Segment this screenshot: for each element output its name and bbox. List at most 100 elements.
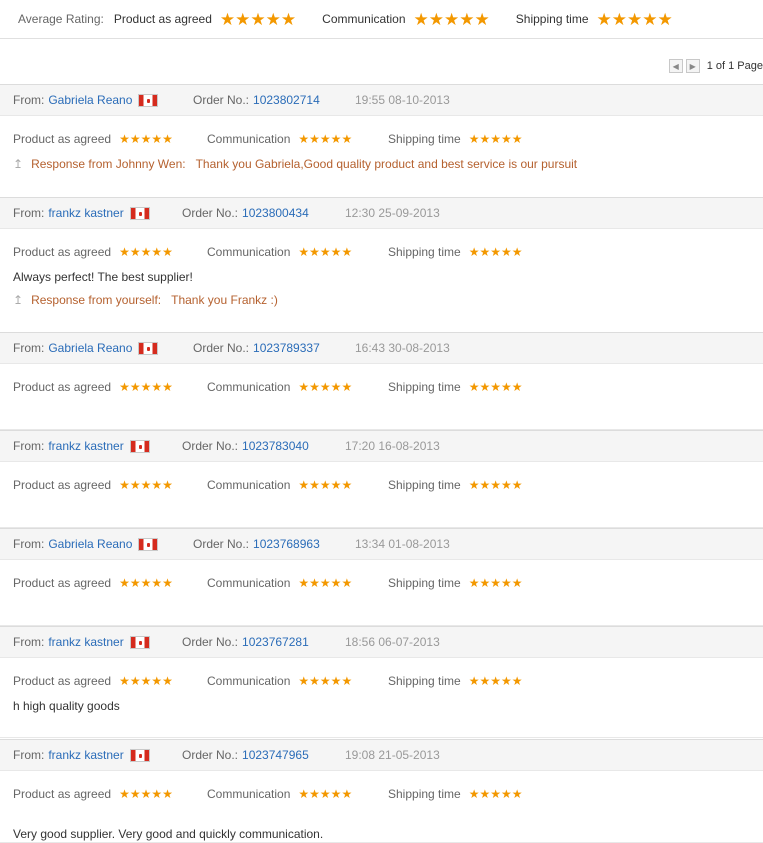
product-rating: Product as agreed ★ ★ ★ ★ ★ <box>13 478 173 492</box>
star-icon: ★ <box>162 787 173 801</box>
star-icon: ★ <box>330 674 342 688</box>
order-number-link[interactable]: 1023768963 <box>253 537 320 551</box>
star-icon: ★ <box>129 380 141 394</box>
summary-shipping-label: Shipping time <box>515 12 589 26</box>
order-number-link[interactable]: 1023747965 <box>242 748 309 762</box>
star-icon: ★ <box>309 787 320 801</box>
review-order: Order No.: 1023789337 <box>193 341 320 355</box>
star-icon: ★ <box>162 478 173 492</box>
review-from: From: Gabriela Reano <box>13 341 159 355</box>
star-icon: ★ <box>151 674 163 688</box>
star-icon: ★ <box>611 9 627 29</box>
star-icon: ★ <box>298 787 310 801</box>
buyer-name-link[interactable]: Gabriela Reano <box>48 93 132 107</box>
review-date: 13:34 01-08-2013 <box>355 537 450 551</box>
star-icon: ★ <box>341 132 353 146</box>
order-number-link[interactable]: 1023783040 <box>242 439 309 453</box>
buyer-name-link[interactable]: frankz kastner <box>48 748 123 762</box>
star-icon: ★ <box>319 132 331 146</box>
order-label: Order No.: <box>193 537 250 551</box>
star-icon: ★ <box>501 478 512 492</box>
review-from: From: Gabriela Reano <box>13 537 159 551</box>
star-icon: ★ <box>341 576 353 590</box>
review-order: Order No.: 1023800434 <box>182 206 309 220</box>
star-icon: ★ <box>330 132 342 146</box>
review-item: From: frankz kastner Order No.: 102378304… <box>0 430 763 528</box>
buyer-name-link[interactable]: frankz kastner <box>48 206 123 220</box>
buyer-name-link[interactable]: Gabriela Reano <box>48 537 132 551</box>
star-icon: ★ <box>129 787 141 801</box>
review-item: From: Gabriela Reano Order No.: 102376896… <box>0 528 763 626</box>
review-item: From: frankz kastner Order No.: 102374796… <box>0 739 763 843</box>
response-label: Response from Johnny Wen: <box>31 157 186 171</box>
product-rating-label: Product as agreed <box>13 787 112 801</box>
star-icon: ★ <box>468 787 480 801</box>
star-icon: ★ <box>235 9 251 29</box>
review-from: From: frankz kastner <box>13 206 150 220</box>
order-number-link[interactable]: 1023802714 <box>253 93 320 107</box>
star-icon: ★ <box>341 380 353 394</box>
review-body: Product as agreed ★ ★ ★ ★ ★ Communication ★ ★… <box>0 364 763 430</box>
buyer-name-link[interactable]: frankz kastner <box>48 439 123 453</box>
review-ratings: Product as agreed ★ ★ ★ ★ ★ Communication ★ ★… <box>0 478 763 494</box>
star-rating: ★★★★★ <box>597 11 673 28</box>
star-icon: ★ <box>219 9 236 29</box>
chevron-left-icon: ◀ <box>672 61 679 71</box>
prev-page-button[interactable]: ◀ <box>668 59 683 73</box>
next-page-button[interactable]: ▶ <box>685 59 700 73</box>
shipping-rating-label: Shipping time <box>388 787 461 801</box>
review-ratings: Product as agreed ★ ★ ★ ★ ★ Communication ★ ★… <box>0 380 763 396</box>
country-flag-icon <box>138 537 159 551</box>
star-icon: ★ <box>330 245 342 259</box>
review-date: 12:30 25-09-2013 <box>345 206 440 220</box>
star-icon: ★ <box>330 787 342 801</box>
star-icon: ★ <box>511 132 523 146</box>
order-number-link[interactable]: 1023789337 <box>253 341 320 355</box>
review-order: Order No.: 1023767281 <box>182 635 309 649</box>
star-icon: ★ <box>151 380 163 394</box>
star-icon: ★ <box>162 674 173 688</box>
country-flag-icon <box>129 748 150 762</box>
star-icon: ★ <box>119 576 130 590</box>
star-rating: ★★★★★ <box>298 577 352 589</box>
star-icon: ★ <box>280 9 297 29</box>
product-rating-label: Product as agreed <box>13 132 112 146</box>
star-icon: ★ <box>162 245 173 259</box>
review-comment: h high quality goods <box>13 699 120 713</box>
order-number-link[interactable]: 1023800434 <box>242 206 309 220</box>
star-icon: ★ <box>490 576 502 590</box>
star-icon: ★ <box>250 9 266 29</box>
review-header: From: frankz kastner Order No.: 102380043… <box>0 197 763 229</box>
buyer-name-link[interactable]: frankz kastner <box>48 635 123 649</box>
review-from: From: frankz kastner <box>13 635 150 649</box>
product-rating-label: Product as agreed <box>13 380 112 394</box>
communication-rating-label: Communication <box>207 380 291 394</box>
star-rating: ★★★★★ <box>469 246 523 258</box>
star-icon: ★ <box>490 674 502 688</box>
order-label: Order No.: <box>193 93 250 107</box>
star-icon: ★ <box>151 478 163 492</box>
star-icon: ★ <box>298 674 310 688</box>
from-label: From: <box>13 537 45 551</box>
response-text: Thank you Frankz :) <box>171 293 278 307</box>
shipping-rating: Shipping time ★ ★ ★ ★ ★ <box>388 245 523 259</box>
star-rating: ★★★★★ <box>414 11 490 28</box>
star-icon: ★ <box>468 478 480 492</box>
star-icon: ★ <box>479 787 491 801</box>
buyer-name-link[interactable]: Gabriela Reano <box>48 341 132 355</box>
star-icon: ★ <box>119 674 130 688</box>
product-rating: Product as agreed ★ ★ ★ ★ ★ <box>13 132 173 146</box>
star-icon: ★ <box>657 9 673 29</box>
summary-communication-label: Communication <box>322 12 406 26</box>
review-header: From: frankz kastner Order No.: 102376728… <box>0 626 763 658</box>
star-icon: ★ <box>140 787 152 801</box>
order-number-link[interactable]: 1023767281 <box>242 635 309 649</box>
shipping-rating-label: Shipping time <box>388 478 461 492</box>
communication-rating-label: Communication <box>207 478 291 492</box>
star-icon: ★ <box>596 9 612 29</box>
star-icon: ★ <box>140 245 152 259</box>
star-rating: ★★★★★ <box>298 788 352 800</box>
star-icon: ★ <box>511 576 523 590</box>
star-icon: ★ <box>298 478 310 492</box>
review-item: From: frankz kastner Order No.: 102380043… <box>0 197 763 333</box>
